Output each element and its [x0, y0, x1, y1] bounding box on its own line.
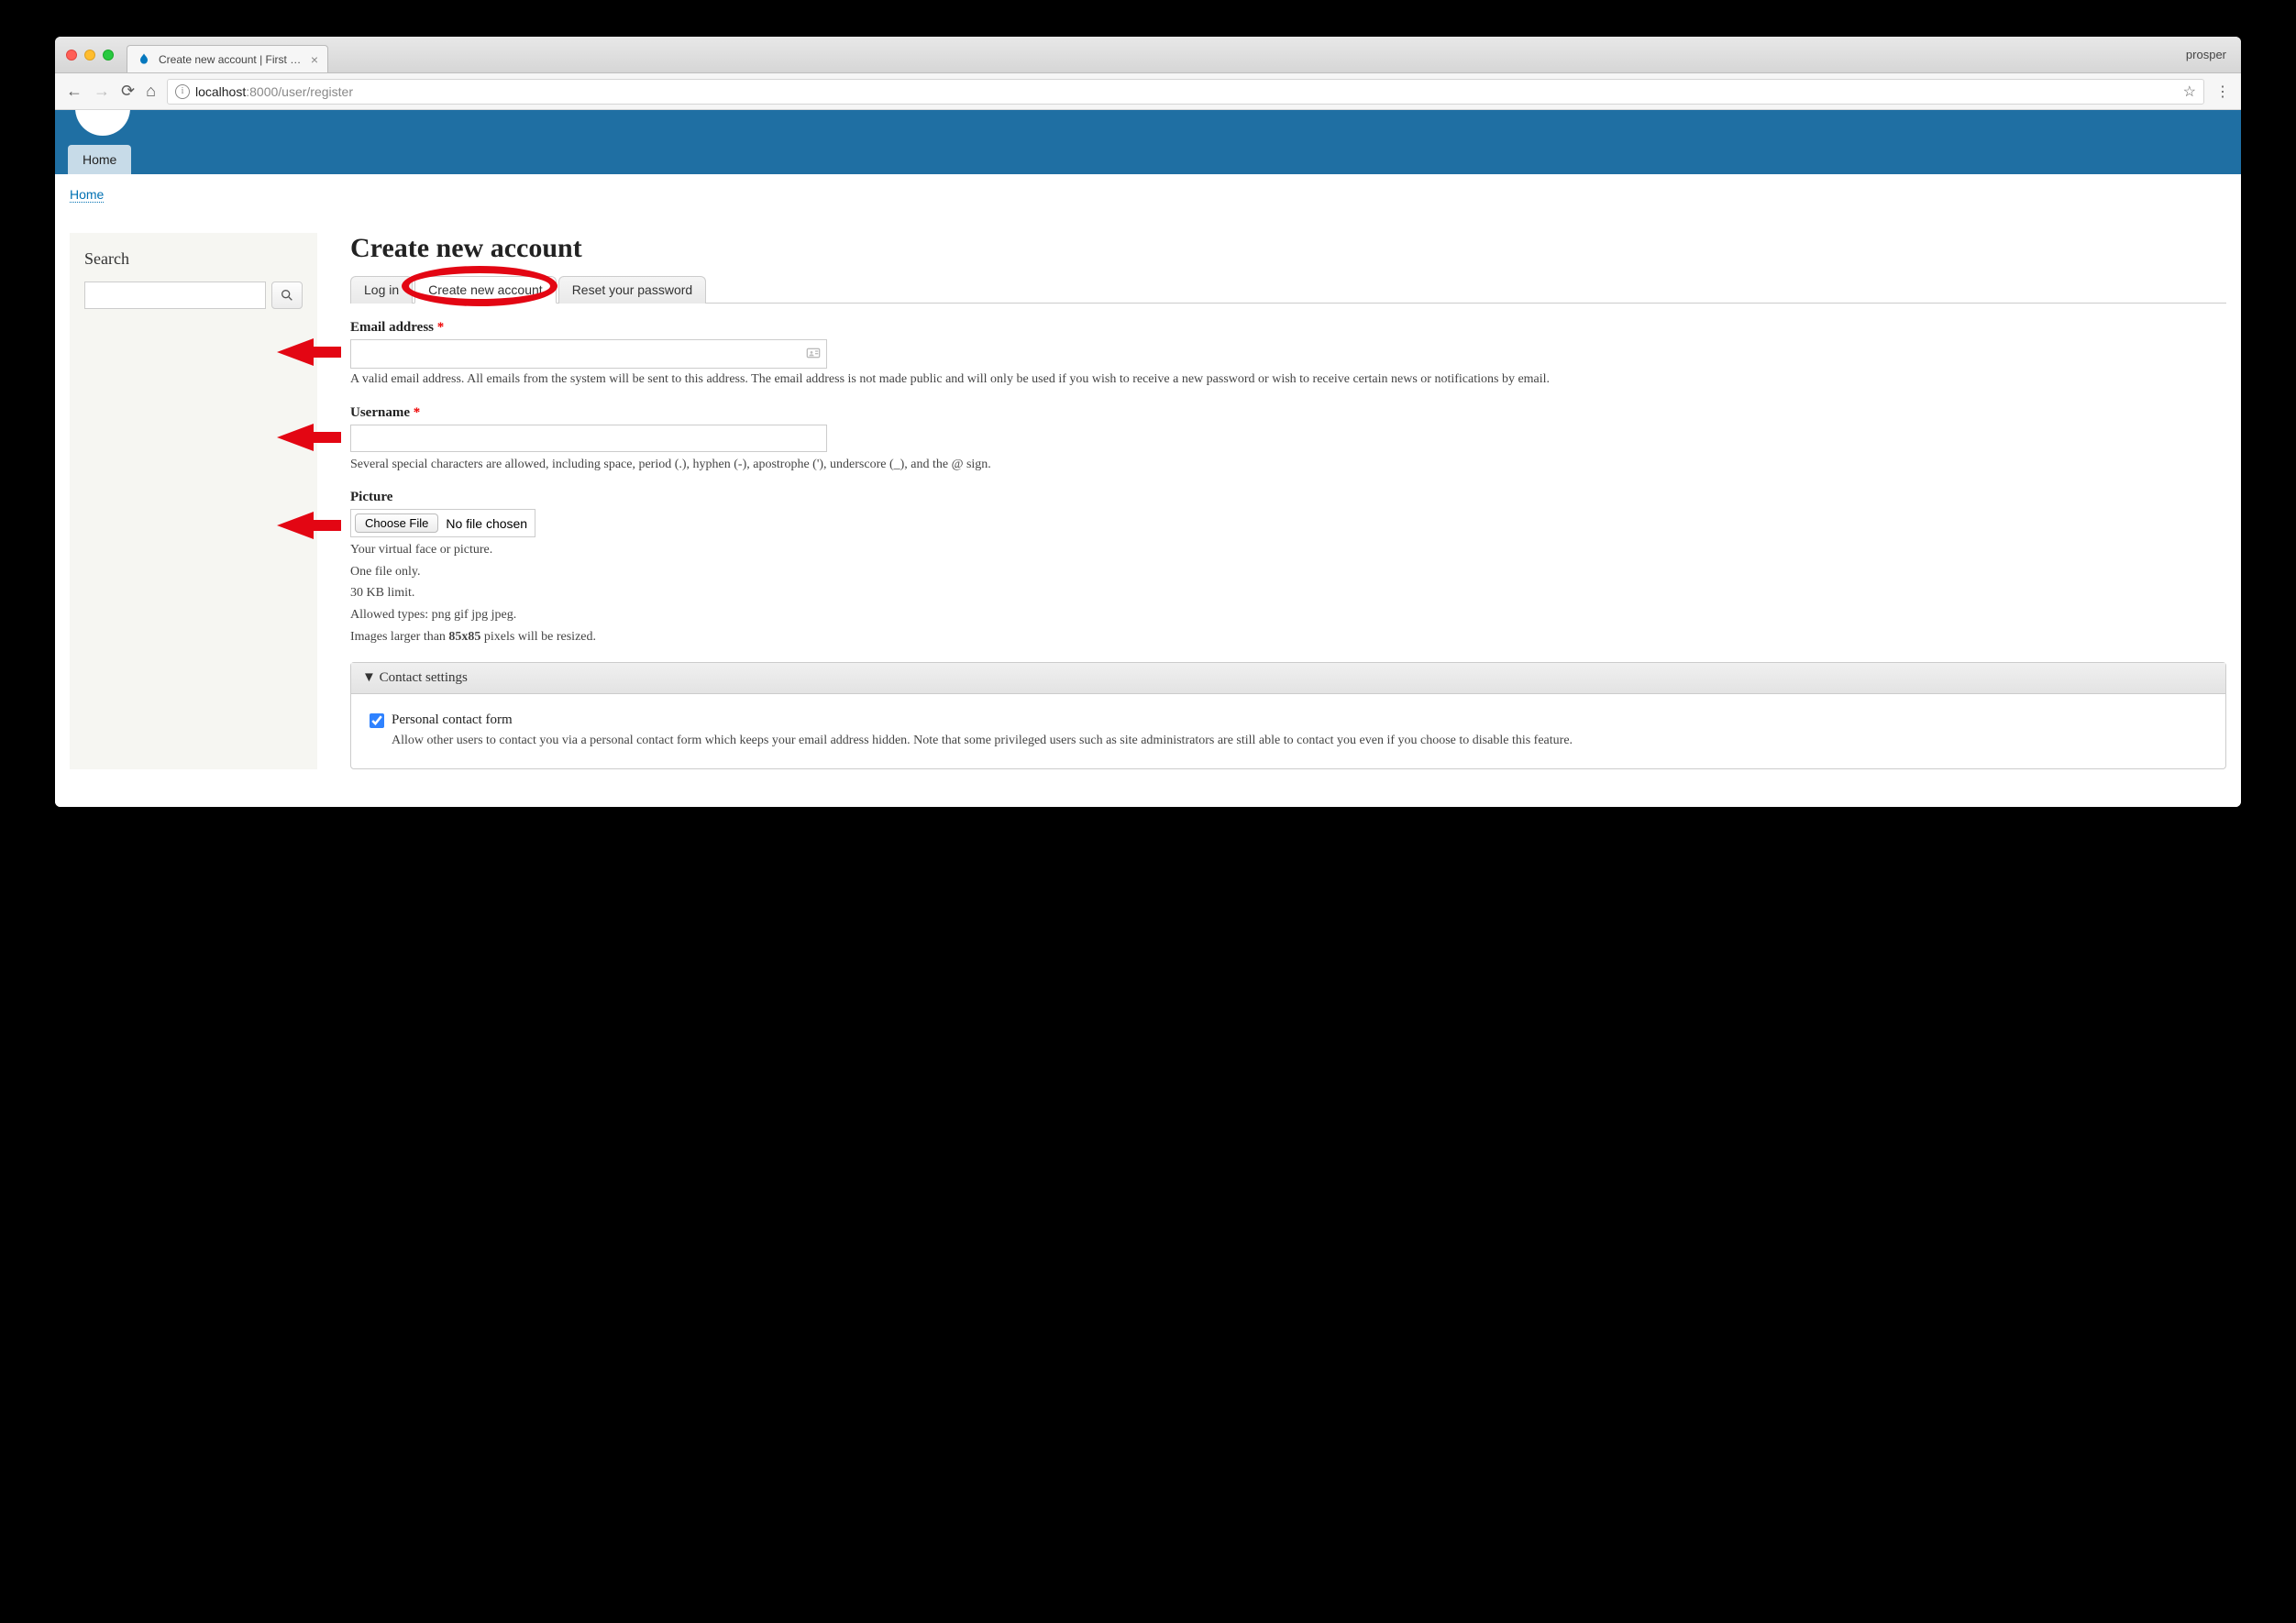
- drupal-favicon: [137, 52, 151, 67]
- personal-contact-checkbox[interactable]: [370, 713, 384, 728]
- minimize-window-button[interactable]: [84, 50, 95, 61]
- picture-help-1: Your virtual face or picture.: [350, 541, 2226, 559]
- contact-card-icon: [806, 346, 821, 365]
- address-bar[interactable]: i localhost:8000/user/register ☆: [167, 79, 2204, 105]
- browser-toolbar: ← → ⟳ ⌂ i localhost:8000/user/register ☆…: [55, 73, 2241, 110]
- address-path: /user/register: [278, 84, 353, 99]
- bookmark-star-icon[interactable]: ☆: [2183, 83, 2196, 101]
- breadcrumb-home[interactable]: Home: [70, 187, 104, 203]
- tab-create-account[interactable]: Create new account: [414, 276, 557, 304]
- contact-settings-summary[interactable]: ▼ Contact settings: [351, 663, 2225, 694]
- picture-label: Picture: [350, 490, 2226, 505]
- browser-tab[interactable]: Create new account | First Dru ×: [127, 45, 328, 72]
- window-controls: [66, 50, 114, 61]
- email-field[interactable]: [351, 340, 826, 368]
- search-button[interactable]: [271, 282, 303, 309]
- email-help-text: A valid email address. All emails from t…: [350, 370, 2226, 389]
- username-label: Username *: [350, 405, 2226, 421]
- sidebar: Search: [70, 233, 317, 769]
- main-content: Create new account Log in Create new acc…: [350, 233, 2226, 769]
- tab-title: Create new account | First Dru: [159, 53, 304, 66]
- picture-help-3: 30 KB limit.: [350, 584, 2226, 602]
- home-button-icon[interactable]: ⌂: [146, 82, 156, 101]
- browser-window: Create new account | First Dru × prosper…: [55, 37, 2241, 807]
- contact-settings-box: ▼ Contact settings Personal contact form…: [350, 662, 2226, 769]
- personal-contact-label: Personal contact form: [392, 712, 513, 728]
- maximize-window-button[interactable]: [103, 50, 114, 61]
- site-info-icon[interactable]: i: [175, 84, 190, 99]
- account-tabs: Log in Create new account Reset your pas…: [350, 275, 2226, 304]
- picture-help-2: One file only.: [350, 563, 2226, 581]
- site-header: Home: [55, 110, 2241, 174]
- main-menu-home[interactable]: Home: [68, 145, 131, 174]
- username-field[interactable]: [350, 425, 827, 452]
- back-button[interactable]: ←: [66, 82, 83, 101]
- file-status-text: No file chosen: [446, 516, 527, 531]
- address-host: localhost: [195, 84, 246, 99]
- reload-button[interactable]: ⟳: [121, 82, 135, 101]
- close-window-button[interactable]: [66, 50, 77, 61]
- page-viewport: Home Home Search: [55, 110, 2241, 807]
- search-block-title: Search: [84, 249, 303, 269]
- picture-help-5: Images larger than 85x85 pixels will be …: [350, 628, 2226, 646]
- tab-login[interactable]: Log in: [350, 276, 413, 304]
- personal-contact-row[interactable]: Personal contact form: [370, 712, 2207, 728]
- chrome-profile-label[interactable]: prosper: [2186, 48, 2226, 61]
- personal-contact-help: Allow other users to contact you via a p…: [392, 732, 2207, 750]
- page-title: Create new account: [350, 233, 2226, 264]
- choose-file-button[interactable]: Choose File: [355, 513, 438, 533]
- email-label: Email address *: [350, 320, 2226, 336]
- titlebar: Create new account | First Dru × prosper: [55, 37, 2241, 73]
- forward-button[interactable]: →: [94, 82, 110, 101]
- address-port: :8000: [246, 84, 278, 99]
- picture-file-input[interactable]: Choose File No file chosen: [350, 509, 535, 537]
- tab-reset-password[interactable]: Reset your password: [558, 276, 707, 304]
- site-logo[interactable]: [75, 110, 130, 136]
- username-help-text: Several special characters are allowed, …: [350, 456, 2226, 474]
- close-tab-icon[interactable]: ×: [311, 53, 318, 66]
- search-input[interactable]: [84, 282, 266, 309]
- search-icon: [280, 288, 294, 303]
- picture-help-4: Allowed types: png gif jpg jpeg.: [350, 606, 2226, 624]
- browser-menu-icon[interactable]: ⋮: [2215, 83, 2230, 101]
